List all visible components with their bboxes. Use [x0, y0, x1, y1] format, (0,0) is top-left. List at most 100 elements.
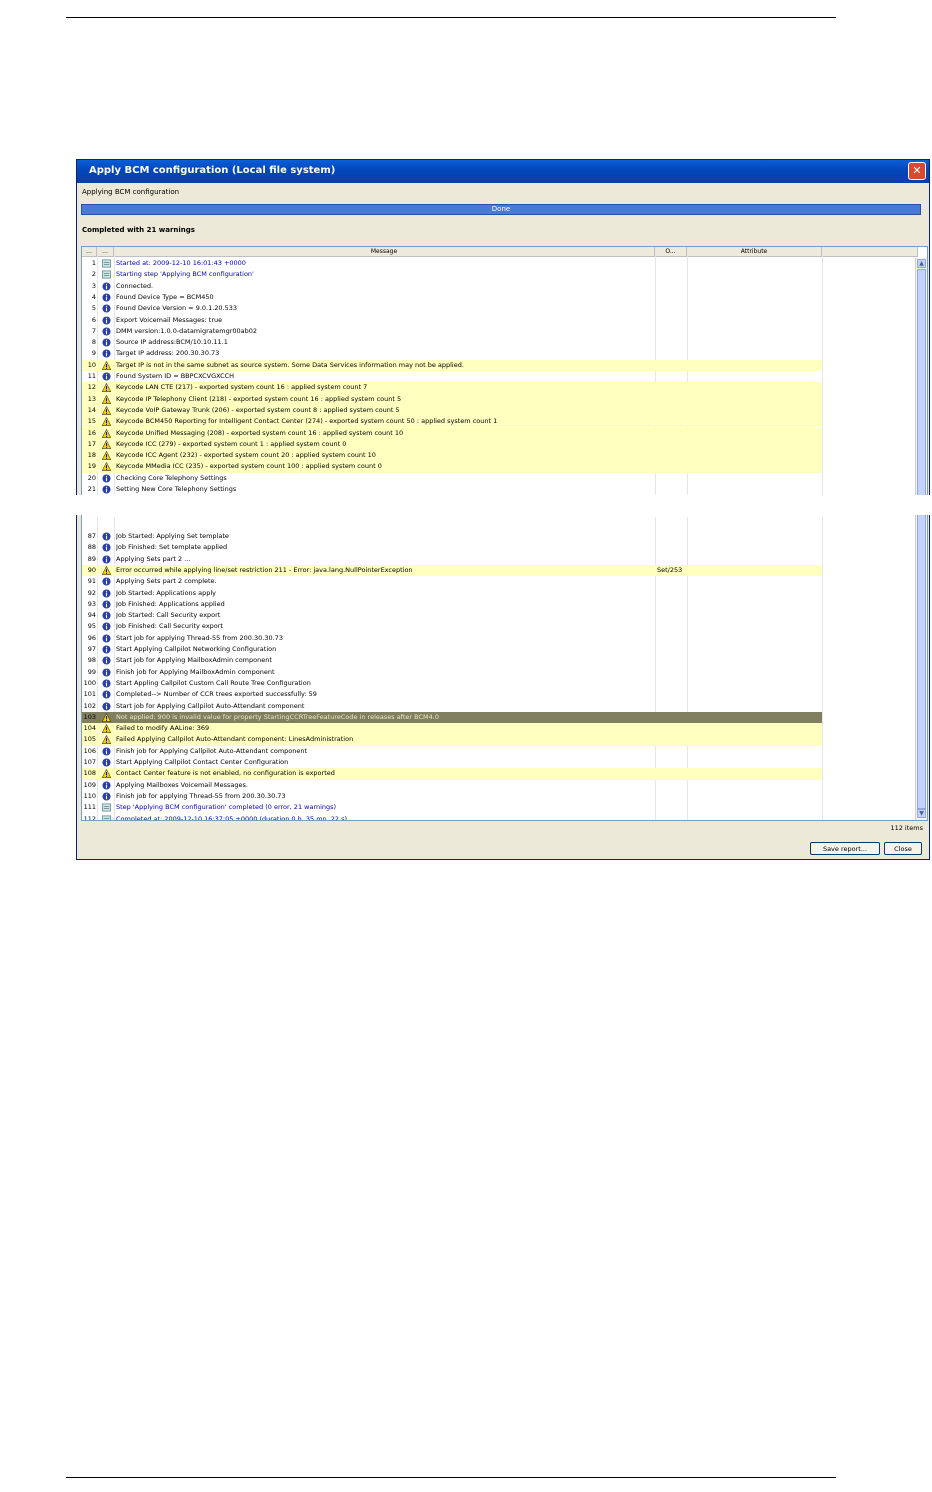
info-icon [102, 327, 111, 336]
row-message: Keycode ICC (279) - exported system coun… [116, 439, 347, 448]
log-row[interactable]: 5 Found Device Version = 9.0.1.20.533 [82, 303, 822, 314]
log-row[interactable]: 13 Keycode IP Telephony Client (218) - ex… [82, 393, 822, 405]
log-row[interactable]: 108 Contact Center feature is not enabled… [82, 768, 822, 780]
log-row[interactable]: 98 Start job for Applying MailboxAdmin co… [82, 655, 822, 666]
log-row[interactable]: 110 Finish job for applying Thread-55 fro… [82, 791, 822, 802]
log-row[interactable]: 96 Start job for applying Thread-55 from … [82, 633, 822, 644]
row-message: Applying Sets part 2 complete. [116, 577, 217, 586]
log-row[interactable]: 92 Job Started: Applications apply [82, 588, 822, 599]
log-row[interactable]: 109 Applying Mailboxes Voicemail Messages… [82, 780, 822, 791]
column-header-type[interactable]: ... [97, 247, 114, 257]
log-row[interactable]: 17 Keycode ICC (279) - exported system co… [82, 438, 822, 451]
log-row[interactable]: 12 Keycode LAN CTE (217) - exported syste… [82, 382, 822, 394]
row-number: 102 [83, 701, 96, 710]
info-icon [102, 701, 111, 711]
log-row[interactable]: 95 Job Finished: Call Security export [82, 621, 822, 632]
log-row[interactable]: 7 DMM version:1.0.0-datamigratemgr00ab02 [82, 326, 822, 337]
column-header-object[interactable]: O... [655, 247, 687, 257]
log-row[interactable]: 106 Finish job for Applying Callpilot Aut… [82, 746, 822, 757]
log-row[interactable]: 9 Target IP address: 200.30.30.73 [82, 348, 822, 359]
row-message: Job Finished: Set template applied [116, 543, 228, 552]
completion-status: Completed with 21 warnings [82, 226, 195, 234]
row-number: 91 [87, 577, 96, 586]
row-number: 106 [83, 746, 96, 755]
log-row[interactable]: 11 Found System ID = BBPCXCVGXCCH [82, 371, 822, 382]
row-number: 10 [87, 360, 96, 369]
dialog-titlebar[interactable]: Apply BCM configuration (Local file syst… [77, 160, 929, 183]
log-row[interactable]: 112 Completed at: 2009-12-10 16:37:05 +00… [82, 814, 822, 821]
log-row[interactable]: 21 Setting New Core Telephony Settings [82, 484, 822, 495]
vertical-scrollbar[interactable]: ▲ ▼ [915, 258, 927, 820]
log-row[interactable]: 99 Finish job for Applying MailboxAdmin c… [82, 667, 822, 678]
row-message: Found Device Type = BCM450 [116, 292, 214, 301]
log-row[interactable]: 2 Starting step 'Applying BCM configurati… [82, 269, 822, 280]
log-row[interactable]: 15 Keycode BCM450 Reporting for Intellige… [82, 416, 822, 428]
log-row[interactable]: 107 Start Applying Callpilot Contact Cent… [82, 757, 822, 768]
log-row[interactable]: 87 Job Started: Applying Set template [82, 531, 822, 542]
row-number: 101 [83, 690, 96, 699]
row-message: Completed at: 2009-12-10 16:37:05 +0000 … [116, 814, 348, 821]
info-icon [102, 622, 111, 631]
row-message: Completed--> Number of CCR trees exporte… [116, 690, 317, 699]
info-icon [102, 656, 111, 665]
close-window-button[interactable]: ✕ [908, 162, 926, 180]
row-number: 94 [87, 611, 96, 620]
close-button[interactable]: Close [884, 842, 922, 855]
row-number: 105 [83, 735, 96, 744]
log-row[interactable]: 6 Export Voicemail Messages: true [82, 315, 822, 326]
log-row[interactable]: 104 Failed to modify AALine: 369 [82, 723, 822, 735]
column-header-message[interactable]: Message [114, 247, 655, 257]
log-row[interactable]: 8 Source IP address:BCM/10.10.11.1 [82, 337, 822, 348]
info-icon [102, 474, 111, 483]
row-number: 112 [83, 814, 96, 821]
column-header-attribute[interactable]: Attribute [687, 247, 822, 257]
log-row[interactable]: 1 Started at: 2009-12-10 16:01:43 +0000 [82, 258, 822, 269]
row-message: DMM version:1.0.0-datamigratemgr00ab02 [116, 326, 258, 335]
info-icon [102, 645, 111, 654]
log-row[interactable]: 16 Keycode Unified Messaging (208) - expo… [82, 427, 822, 439]
column-header-number[interactable]: ... [82, 247, 97, 257]
row-number: 109 [83, 780, 96, 789]
log-row[interactable]: 88 Job Finished: Set template applied [82, 542, 822, 553]
page-bottom-rule [66, 1477, 836, 1478]
row-message: Start job for Applying Callpilot Auto-At… [116, 701, 305, 710]
step-icon [102, 270, 111, 279]
log-row[interactable]: 14 Keycode VoIP Gateway Trunk (206) - exp… [82, 404, 822, 417]
scroll-up-arrow-icon[interactable]: ▲ [917, 259, 926, 268]
row-number: 16 [87, 428, 96, 437]
row-number: 13 [87, 394, 96, 403]
log-row[interactable]: 103 Not applied: 900 is invalid value for… [82, 711, 822, 724]
row-message: Connected. [116, 281, 154, 290]
log-row[interactable]: 100 Start Appling Callpilot Custom Call R… [82, 678, 822, 689]
warning-icon [101, 723, 112, 733]
info-icon [102, 634, 111, 643]
log-row[interactable]: 101 Completed--> Number of CCR trees expo… [82, 689, 822, 700]
log-row[interactable]: 89 Applying Sets part 2 ... [82, 554, 822, 565]
log-row[interactable]: 97 Start Applying Callpilot Networking Co… [82, 644, 822, 655]
log-row[interactable]: 3 Connected. [82, 281, 822, 292]
row-message: Contact Center feature is not enabled, n… [116, 769, 335, 778]
log-row[interactable]: 91 Applying Sets part 2 complete. [82, 576, 822, 587]
log-row[interactable]: 20 Checking Core Telephony Settings [82, 473, 822, 484]
info-icon [102, 282, 111, 291]
log-row[interactable]: 10 Target IP is not in the same subnet as… [82, 359, 822, 371]
log-row[interactable]: 18 Keycode ICC Agent (232) - exported sys… [82, 450, 822, 462]
save-report-button[interactable]: Save report... [810, 842, 880, 855]
row-number: 98 [87, 656, 96, 665]
scroll-down-arrow-icon[interactable]: ▼ [917, 809, 926, 818]
item-count: 112 items [890, 824, 923, 832]
log-row[interactable]: 94 Job Started: Call Security export [82, 610, 822, 621]
log-row[interactable]: 105 Failed Applying Callpilot Auto-Attend… [82, 734, 822, 746]
row-message: Start Applying Callpilot Networking Conf… [116, 645, 277, 653]
log-row[interactable]: 19 Keycode MMedia ICC (235) - exported sy… [82, 461, 822, 473]
row-number: 89 [87, 554, 96, 563]
log-row[interactable]: 102 Start job for Applying Callpilot Auto… [82, 701, 822, 712]
row-number: 20 [87, 473, 96, 482]
info-icon [102, 600, 111, 609]
log-row[interactable]: 111 Step 'Applying BCM configuration' com… [82, 802, 822, 813]
scrollbar-thumb[interactable] [917, 269, 926, 809]
log-row[interactable]: 4 Found Device Type = BCM450 [82, 292, 822, 303]
warning-icon [101, 405, 112, 415]
log-row[interactable]: 93 Job Finished: Applications applied [82, 599, 822, 610]
log-row[interactable]: 90 Error occurred while applying line/set… [82, 564, 822, 577]
